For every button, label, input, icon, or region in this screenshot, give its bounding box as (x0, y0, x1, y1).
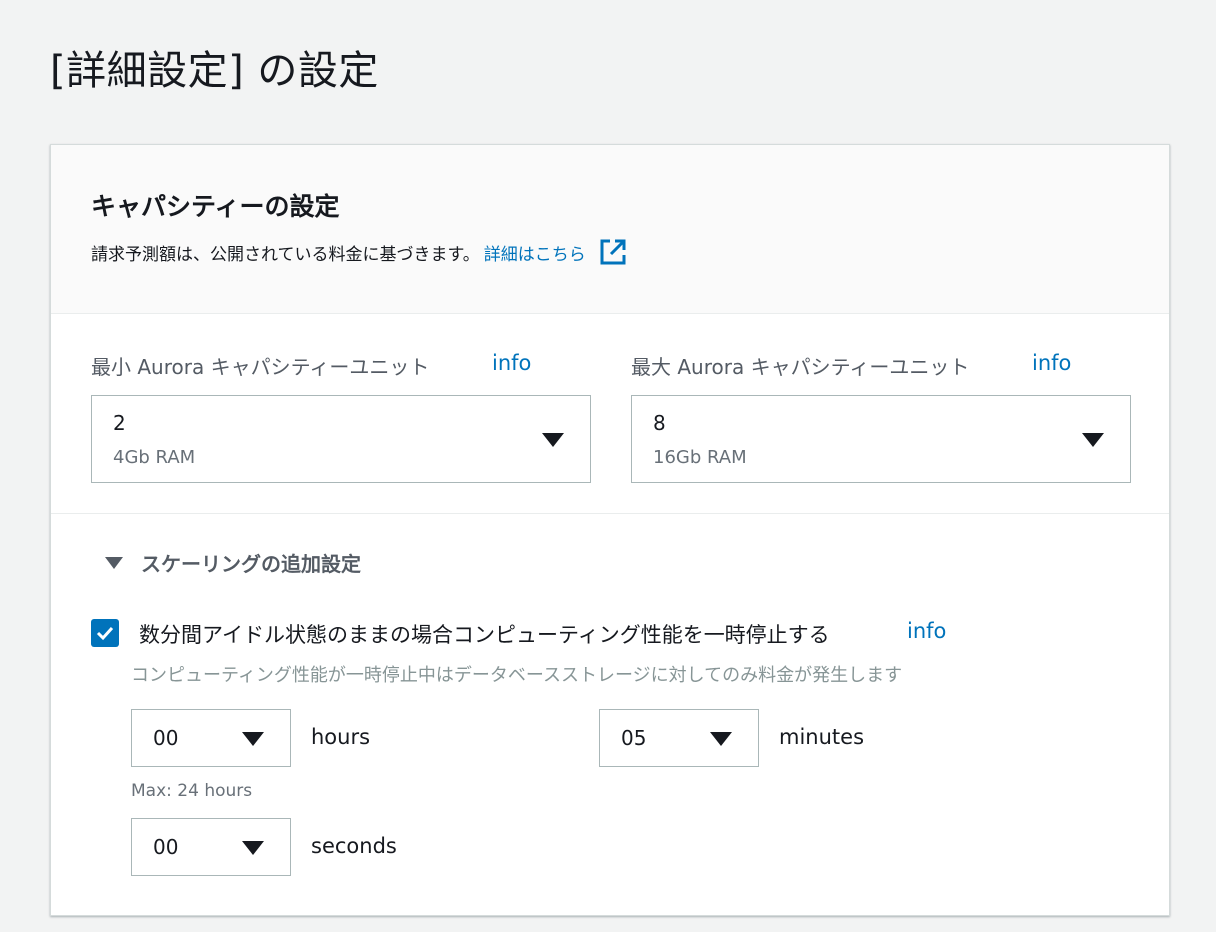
pricing-description: 請求予測額は、公開されている料金に基づきます。 (91, 244, 480, 265)
caret-down-icon (1082, 433, 1104, 447)
max-acu-info-link[interactable]: info (1032, 351, 1071, 375)
checkmark-icon (96, 626, 114, 641)
caret-down-icon (542, 433, 564, 447)
hours-max-hint: Max: 24 hours (131, 781, 253, 801)
pause-compute-checkbox[interactable] (91, 619, 119, 647)
min-acu-ram: 4Gb RAM (113, 447, 196, 468)
seconds-unit-label: seconds (311, 834, 397, 858)
hours-value: 00 (153, 726, 179, 750)
minutes-value: 05 (621, 726, 647, 750)
capacity-settings-card: キャパシティーの設定 請求予測額は、公開されている料金に基づきます。 詳細はこち… (50, 144, 1170, 916)
minutes-unit-label: minutes (779, 725, 865, 749)
card-header: キャパシティーの設定 請求予測額は、公開されている料金に基づきます。 詳細はこち… (51, 145, 1169, 314)
pause-compute-description: コンピューティング性能が一時停止中はデータベースストレージに対してのみ料金が発生… (131, 665, 903, 686)
additional-scaling-title: スケーリングの追加設定 (141, 552, 361, 576)
minutes-select[interactable]: 05 (599, 709, 759, 767)
card-description: 請求予測額は、公開されている料金に基づきます。 詳細はこちら (91, 237, 628, 267)
hours-unit-label: hours (311, 725, 371, 749)
caret-down-icon (242, 732, 264, 746)
max-acu-label: 最大 Aurora キャパシティーユニット (631, 355, 970, 379)
external-link-icon[interactable] (598, 237, 628, 267)
max-acu-ram: 16Gb RAM (653, 447, 747, 468)
hours-select[interactable]: 00 (131, 709, 291, 767)
page-title: [詳細設定] の設定 (50, 48, 379, 94)
max-acu-select[interactable]: 8 16Gb RAM (631, 395, 1131, 483)
min-acu-value: 2 (113, 411, 126, 435)
min-acu-label: 最小 Aurora キャパシティーユニット (91, 355, 430, 379)
section-divider (51, 513, 1169, 514)
pause-compute-info-link[interactable]: info (907, 619, 946, 643)
caret-down-icon (710, 732, 732, 746)
learn-more-link[interactable]: 詳細はこちら (484, 240, 586, 265)
card-title: キャパシティーの設定 (91, 192, 340, 221)
expand-caret-icon (105, 556, 123, 569)
caret-down-icon (242, 841, 264, 855)
seconds-value: 00 (153, 835, 179, 859)
pause-compute-label: 数分間アイドル状態のままの場合コンピューティング性能を一時停止する (139, 623, 830, 647)
seconds-select[interactable]: 00 (131, 818, 291, 876)
additional-scaling-expander[interactable]: スケーリングの追加設定 (105, 548, 361, 577)
min-acu-select[interactable]: 2 4Gb RAM (91, 395, 591, 483)
min-acu-info-link[interactable]: info (492, 351, 531, 375)
max-acu-value: 8 (653, 411, 666, 435)
